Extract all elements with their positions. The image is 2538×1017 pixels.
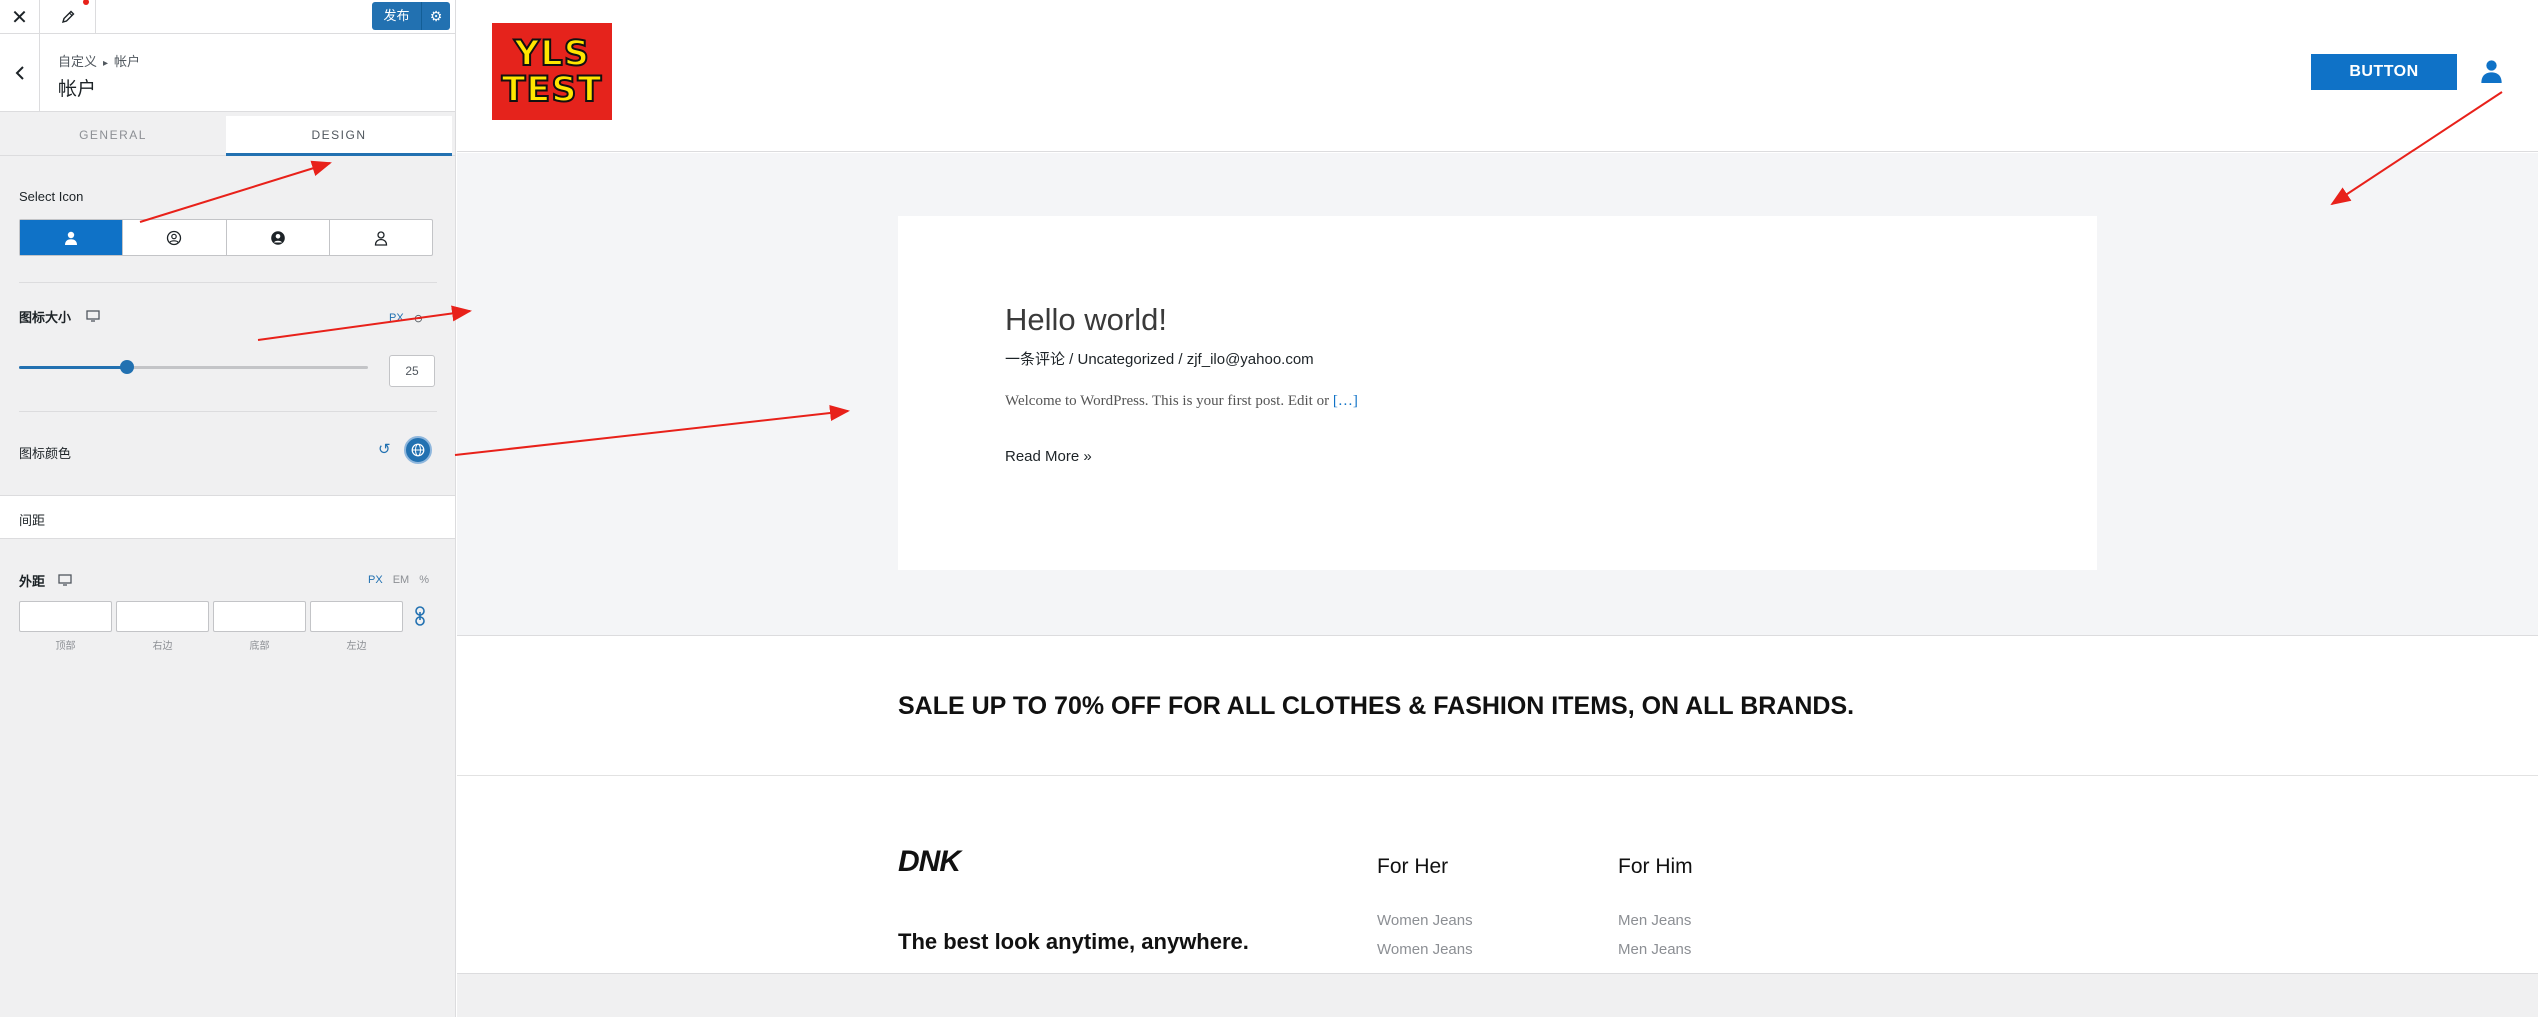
icon-size-label: 图标大小 xyxy=(19,310,72,325)
footer-link[interactable]: Men Jeans xyxy=(1618,912,1691,929)
footer-tagline: The best look anytime, anywhere. xyxy=(898,929,1249,954)
read-more-link[interactable]: Read More » xyxy=(1005,448,1092,465)
divider xyxy=(19,282,437,283)
icon-size-input[interactable]: 25 xyxy=(389,355,435,387)
margin-top-label: 顶部 xyxy=(55,641,76,652)
footer-link[interactable]: Men Jeans xyxy=(1618,941,1691,958)
excerpt-more-link[interactable]: […] xyxy=(1333,393,1358,409)
margin-inputs xyxy=(19,601,403,632)
customizer-sidebar: ✕ 发布 ⚙ 自定义 ▸ 帐户 帐户 GENERAL DESIGN Select I… xyxy=(0,0,456,1017)
margin-bottom-label: 底部 xyxy=(249,641,270,652)
tab-bar: GENERAL DESIGN xyxy=(0,116,455,156)
post-card: Hello world! 一条评论 / Uncategorized / zjf_… xyxy=(898,216,2097,570)
reset-icon[interactable]: ↺ xyxy=(378,440,391,458)
slider-fill xyxy=(19,366,127,369)
gear-icon[interactable]: ⚙ xyxy=(422,2,450,30)
unit-em[interactable]: EM xyxy=(393,574,410,586)
unit-px[interactable]: PX xyxy=(368,574,383,586)
icon-color-label: 图标颜色 xyxy=(19,446,72,461)
spacing-section-header[interactable]: 间距 xyxy=(0,495,455,539)
margin-field-labels: 顶部 右边 底部 左边 xyxy=(19,637,403,652)
icon-option-user-circle-solid[interactable] xyxy=(227,220,330,255)
link-icon[interactable] xyxy=(412,605,428,627)
tab-general[interactable]: GENERAL xyxy=(0,116,226,156)
post-meta: 一条评论 / Uncategorized / zjf_ilo@yahoo.com xyxy=(1005,351,1314,368)
slider-handle[interactable] xyxy=(120,360,134,374)
back-arrow-icon[interactable] xyxy=(0,34,40,112)
color-picker-button[interactable] xyxy=(404,436,432,464)
footer-link[interactable]: Women Jeans xyxy=(1377,912,1473,929)
tab-design[interactable]: DESIGN xyxy=(226,116,452,156)
icon-choice-group xyxy=(19,219,433,256)
panel-header: 自定义 ▸ 帐户 帐户 xyxy=(0,34,455,112)
content-area: Hello world! 一条评论 / Uncategorized / zjf_… xyxy=(457,153,2538,636)
header-button[interactable]: BUTTON xyxy=(2311,54,2457,90)
icon-size-units: PX ⊖ xyxy=(389,312,423,325)
publish-label: 发布 xyxy=(372,2,422,30)
margin-units: PX EM % xyxy=(368,574,429,586)
user-account-icon[interactable] xyxy=(2479,58,2504,88)
sale-banner: SALE UP TO 70% OFF FOR ALL CLOTHES & FAS… xyxy=(457,637,2538,776)
margin-bottom-input[interactable] xyxy=(213,601,306,632)
icon-size-slider[interactable] xyxy=(19,360,368,374)
reset-icon[interactable]: ⊖ xyxy=(414,312,423,325)
close-icon[interactable]: ✕ xyxy=(0,0,40,34)
desktop-icon[interactable] xyxy=(58,574,72,586)
user-circle-outline-icon xyxy=(167,230,182,245)
post-excerpt: Welcome to WordPress. This is your first… xyxy=(1005,393,1358,410)
post-title[interactable]: Hello world! xyxy=(1005,302,1167,338)
footer-column-title: For Him xyxy=(1618,855,1693,878)
logo-line-1: YLS xyxy=(513,33,590,74)
globe-icon xyxy=(411,443,425,457)
site-header: YLS TEST BUTTON xyxy=(457,0,2538,152)
site-footer: DNK The best look anytime, anywhere. For… xyxy=(457,777,2538,1017)
select-icon-label: Select Icon xyxy=(19,189,84,204)
margin-label: 外距 xyxy=(19,574,46,589)
margin-top-input[interactable] xyxy=(19,601,112,632)
unit-px[interactable]: PX xyxy=(389,312,404,325)
margin-left-input[interactable] xyxy=(310,601,403,632)
publish-button[interactable]: 发布 ⚙ xyxy=(372,2,450,30)
divider xyxy=(19,411,437,412)
margin-left-label: 左边 xyxy=(346,641,367,652)
breadcrumb: 自定义 ▸ 帐户 xyxy=(58,51,140,70)
post-excerpt-text: Welcome to WordPress. This is your first… xyxy=(1005,393,1330,409)
desktop-icon[interactable] xyxy=(86,310,100,322)
sale-banner-text: SALE UP TO 70% OFF FOR ALL CLOTHES & FAS… xyxy=(898,692,1855,720)
margin-right-input[interactable] xyxy=(116,601,209,632)
breadcrumb-separator-icon: ▸ xyxy=(103,58,109,69)
panel-title: 帐户 xyxy=(58,79,97,100)
margin-right-label: 右边 xyxy=(152,641,173,652)
unit-percent[interactable]: % xyxy=(419,574,429,586)
footer-column-title: For Her xyxy=(1377,855,1449,878)
user-solid-icon xyxy=(65,231,78,245)
user-outline-icon xyxy=(374,230,388,246)
site-logo[interactable]: YLS TEST xyxy=(492,23,612,120)
spacing-section-title: 间距 xyxy=(19,513,46,528)
pencil-icon[interactable] xyxy=(40,0,96,34)
logo-line-2: TEST xyxy=(501,69,603,110)
breadcrumb-current: 帐户 xyxy=(114,54,141,69)
icon-option-user-circle-outline[interactable] xyxy=(123,220,227,255)
bottom-strip xyxy=(457,973,2538,1017)
icon-option-user-solid[interactable] xyxy=(20,220,124,255)
breadcrumb-root: 自定义 xyxy=(58,54,98,69)
site-preview: ⤢ YLS TEST BUTTON Hello world! 一条评论 / Un… xyxy=(457,0,2538,1017)
customizer-topbar: ✕ 发布 ⚙ xyxy=(0,0,455,34)
footer-link[interactable]: Women Jeans xyxy=(1377,941,1473,958)
icon-option-user-outline[interactable] xyxy=(330,220,432,255)
user-circle-solid-icon xyxy=(270,230,285,245)
footer-brand: DNK xyxy=(898,845,961,878)
